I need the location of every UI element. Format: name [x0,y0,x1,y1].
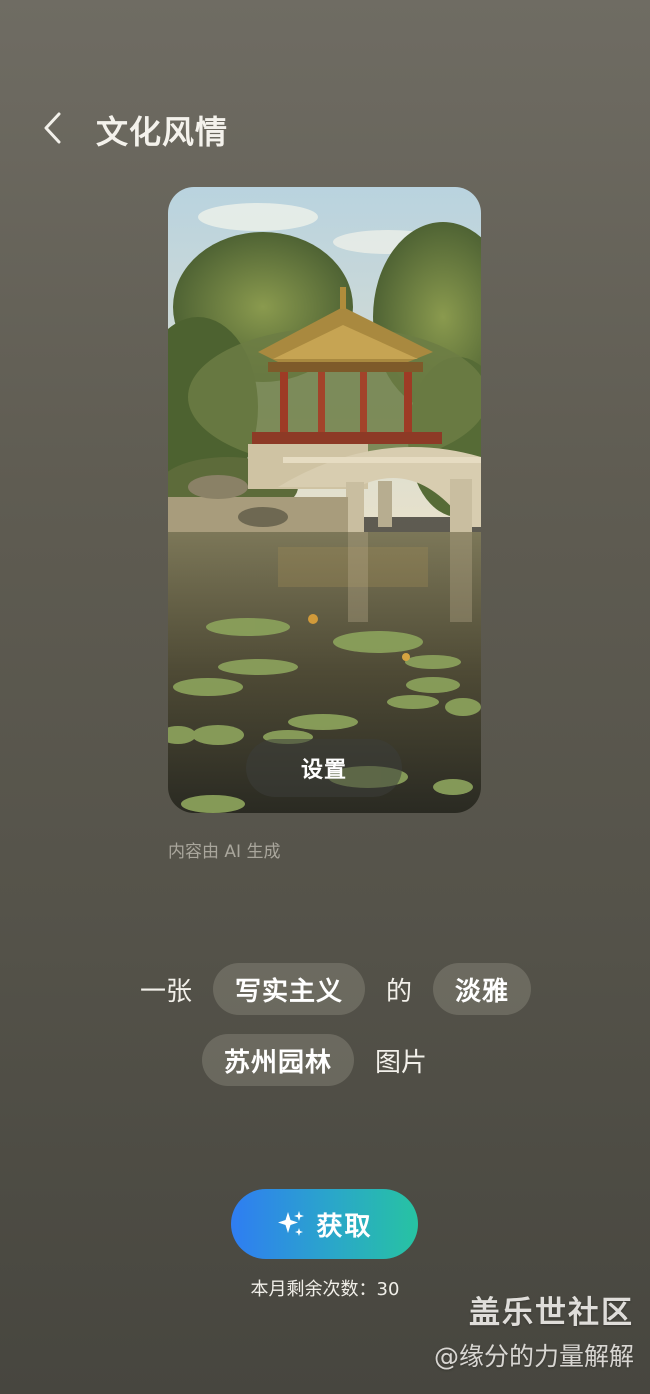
back-button[interactable] [28,103,78,153]
prompt-line-1: 一张 写实主义 的 淡雅 [0,962,650,1016]
sparkle-icon [276,1209,306,1239]
get-button[interactable]: 获取 [231,1189,418,1259]
get-button-label: 获取 [316,1211,373,1242]
garden-pavilion-image [168,187,481,813]
tone-chip[interactable]: 淡雅 [433,963,532,1015]
header-bar: 文化风情 [0,95,650,161]
prompt-line-2: 苏州园林 图片 [0,1033,650,1087]
set-wallpaper-button[interactable]: 设置 [246,739,402,797]
community-watermark: 盖乐世社区 [469,1295,634,1331]
page-title: 文化风情 [96,113,229,151]
subject-chip[interactable]: 苏州园林 [201,1034,354,1086]
prompt-word: 图片 [375,1047,428,1078]
chevron-left-icon [44,112,61,144]
preview-image[interactable]: 设置 [168,187,481,813]
prompt-word: 一张 [139,976,192,1007]
ai-generated-note: 内容由 AI 生成 [168,842,281,862]
prompt-word: 的 [386,976,413,1007]
author-watermark: @缘分的力量解解 [433,1342,634,1371]
style-chip[interactable]: 写实主义 [212,963,365,1015]
